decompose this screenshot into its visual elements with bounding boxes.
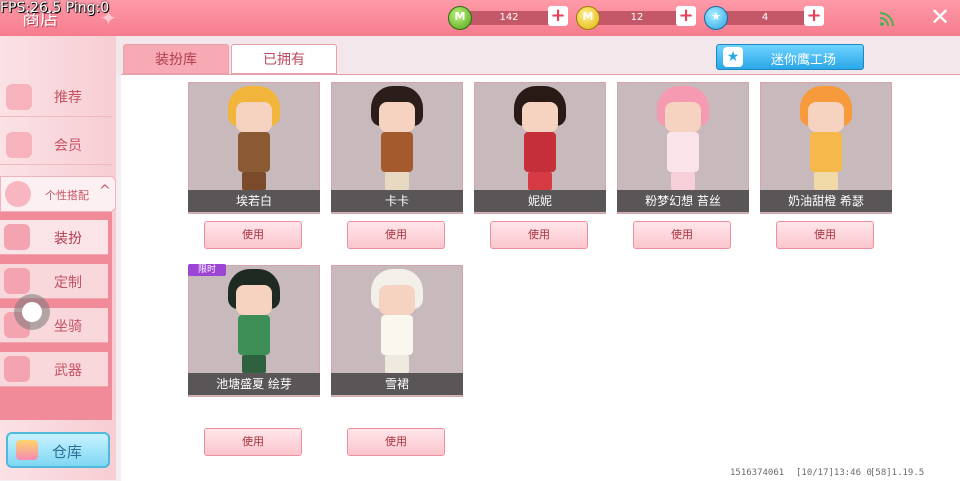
sidebar-item-label: 定制 [54, 275, 82, 291]
add-gold-coin-button[interactable]: + [676, 6, 696, 26]
joystick-knob[interactable] [22, 302, 42, 322]
character-portrait [510, 86, 570, 190]
workshop-label: 迷你鹰工场 [771, 53, 837, 68]
sidebar-item-label: 武器 [54, 363, 82, 379]
character-face [379, 102, 415, 132]
user-id: 1516374061 [730, 468, 785, 478]
sidebar-item-label: 会员 [54, 138, 82, 154]
outfit-name: 雪裙 [331, 373, 463, 395]
warehouse-label: 仓库 [52, 443, 83, 461]
limited-time-badge: 限时 [188, 264, 226, 276]
vip-icon [6, 132, 32, 158]
outfit-name: 妮妮 [474, 190, 606, 212]
character-legs [814, 172, 838, 190]
character-legs [242, 172, 266, 190]
thumbs-up-icon [6, 84, 32, 110]
use-outfit-button[interactable]: 使用 [633, 221, 731, 249]
character-legs [671, 172, 695, 190]
virtual-joystick[interactable] [14, 294, 50, 330]
currency-value: 4 [761, 12, 769, 23]
outfit-card[interactable]: 粉梦幻想 苔丝 [617, 82, 749, 214]
character-outfit [238, 132, 270, 172]
tab-costume-library[interactable]: 装扮库 [123, 44, 229, 74]
outfit-card[interactable]: 奶油甜橙 希瑟 [760, 82, 892, 214]
use-outfit-button[interactable]: 使用 [490, 221, 588, 249]
weapon-icon [4, 356, 30, 382]
outfit-name: 卡卡 [331, 190, 463, 212]
close-button[interactable]: ✕ [930, 4, 950, 30]
character-outfit [381, 315, 413, 355]
sidebar-item-label: 推荐 [54, 90, 82, 106]
top-bar: ✦ 商店 M 142 + M 12 + ★ 4 + ✕ [0, 0, 960, 36]
character-face [665, 102, 701, 132]
outfit-name: 埃若白 [188, 190, 320, 212]
sidebar-item-recommend[interactable]: 推荐 [0, 78, 112, 117]
sidebar: 推荐 会员 个性搭配 ^ 装扮 定制 坐骑 武器 仓库 [0, 36, 116, 480]
outfit-card[interactable]: 妮妮 [474, 82, 606, 214]
character-legs [385, 172, 409, 190]
character-face [236, 285, 272, 315]
sidebar-item-label: 装扮 [54, 231, 82, 247]
warehouse-icon [16, 440, 38, 460]
warehouse-button[interactable]: 仓库 [6, 432, 110, 468]
character-outfit [238, 315, 270, 355]
character-portrait [796, 86, 856, 190]
shirt-icon [4, 224, 30, 250]
use-outfit-button[interactable]: 使用 [347, 428, 445, 456]
sidebar-item-custom[interactable]: 定制 [0, 264, 108, 299]
character-portrait [224, 86, 284, 190]
outfit-name: 粉梦幻想 苔丝 [617, 190, 749, 212]
sidebar-item-weapon[interactable]: 武器 [0, 352, 108, 387]
character-outfit [524, 132, 556, 172]
sidebar-item-label: 个性搭配 [45, 189, 89, 202]
character-face [236, 102, 272, 132]
use-outfit-button[interactable]: 使用 [347, 221, 445, 249]
use-outfit-button[interactable]: 使用 [776, 221, 874, 249]
character-legs [528, 172, 552, 190]
add-green-gem-button[interactable]: + [548, 6, 568, 26]
outfit-card[interactable]: 池塘盛夏 绘芽 [188, 265, 320, 397]
character-face [808, 102, 844, 132]
character-legs [242, 355, 266, 373]
outfit-card[interactable]: 埃若白 [188, 82, 320, 214]
character-portrait [367, 86, 427, 190]
chevron-up-icon: ^ [99, 183, 111, 199]
use-outfit-button[interactable]: 使用 [204, 221, 302, 249]
character-outfit [381, 132, 413, 172]
outfit-name: 池塘盛夏 绘芽 [188, 373, 320, 395]
outfit-card[interactable]: 雪裙 [331, 265, 463, 397]
character-portrait [224, 269, 284, 373]
sidebar-item-costume[interactable]: 装扮 [0, 220, 108, 255]
add-blue-star-button[interactable]: + [804, 6, 824, 26]
sidebar-item-label: 坐骑 [54, 319, 82, 335]
tab-owned[interactable]: 已拥有 [231, 44, 337, 74]
sidebar-item-membership[interactable]: 会员 [0, 126, 112, 165]
server-version: [58]1.19.5 [870, 468, 925, 478]
character-portrait [367, 269, 427, 373]
character-portrait [653, 86, 713, 190]
fps-readout: FPS:26.5 Ping:0 [0, 0, 110, 16]
outfit-card[interactable]: 卡卡 [331, 82, 463, 214]
mini-workshop-button[interactable]: ★ 迷你鹰工场 [716, 44, 864, 70]
sidebar-item-personalize[interactable]: 个性搭配 ^ [0, 176, 116, 212]
character-outfit [810, 132, 842, 172]
star-icon: ★ [723, 47, 743, 67]
character-face [379, 285, 415, 315]
character-outfit [667, 132, 699, 172]
signal-icon [880, 12, 894, 26]
currency-value: 142 [499, 12, 519, 23]
custom-icon [4, 268, 30, 294]
currency-value: 12 [630, 12, 644, 23]
timestamp: [10/17]13:46 0 [796, 468, 872, 478]
outfit-name: 奶油甜橙 希瑟 [760, 190, 892, 212]
character-face [522, 102, 558, 132]
character-legs [385, 355, 409, 373]
outfit-icon [5, 181, 31, 207]
use-outfit-button[interactable]: 使用 [204, 428, 302, 456]
